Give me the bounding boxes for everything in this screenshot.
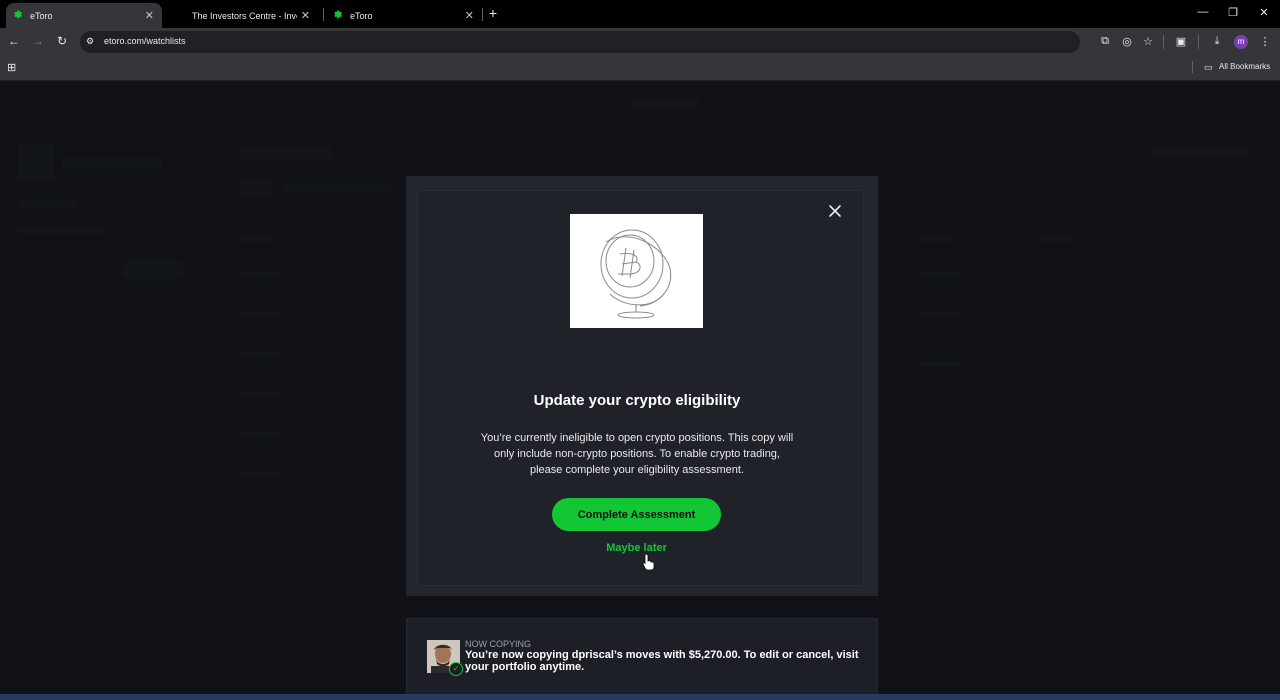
modal-body-text: You’re currently ineligible to open cryp… (480, 432, 794, 476)
close-tab-icon[interactable]: ✕ (145, 9, 154, 22)
tab-etoro[interactable]: ✽ eToro ✕ (326, 3, 482, 28)
site-favicon-icon: ● (176, 9, 183, 21)
tab-etoro-active[interactable]: ✽ eToro ✕ (6, 3, 162, 28)
site-info-icon[interactable]: ⚙ (86, 36, 94, 47)
bitcoin-globe-illustration (570, 214, 703, 328)
install-app-icon[interactable]: ⧉ (1098, 35, 1112, 48)
tab-label: eToro (30, 10, 53, 21)
reload-icon[interactable]: ↻ (55, 34, 69, 48)
download-icon[interactable]: ⤓ (1210, 35, 1224, 48)
forward-arrow-icon[interactable]: → (31, 34, 45, 48)
restore-icon[interactable]: ❐ (1225, 6, 1241, 19)
toast-kicker: NOW COPYING (465, 639, 532, 649)
address-bar[interactable] (80, 31, 1080, 53)
close-window-icon[interactable]: ✕ (1256, 6, 1272, 19)
check-circle-icon: ✓ (449, 662, 463, 676)
hand-pointer-cursor-icon (642, 553, 656, 576)
apps-grid-icon[interactable]: ⊞ (7, 61, 16, 74)
modal-title: Update your crypto eligibility (533, 392, 741, 409)
close-tab-icon[interactable]: ✕ (465, 9, 474, 22)
bookmarks-divider (1192, 61, 1193, 73)
tab-separator (482, 8, 483, 21)
eye-off-icon[interactable]: ◎ (1120, 35, 1134, 48)
star-bookmark-icon[interactable]: ☆ (1141, 35, 1155, 48)
minimize-icon[interactable]: — (1195, 6, 1211, 18)
profile-avatar[interactable]: m (1234, 35, 1248, 49)
toast-message: You’re now copying dpriscal’s moves with… (465, 649, 859, 673)
toolbar-divider (1163, 35, 1164, 49)
tab-investors-centre[interactable]: ● The Investors Centre - Investing ✕ (168, 3, 318, 28)
all-bookmarks-label[interactable]: All Bookmarks (1219, 62, 1270, 71)
modal-scrollbar[interactable] (858, 192, 861, 580)
reading-list-icon[interactable]: ▣ (1174, 35, 1188, 48)
new-tab-plus-icon[interactable]: + (485, 5, 501, 21)
etoro-favicon-icon: ✽ (334, 9, 343, 21)
maybe-later-link[interactable]: Maybe later (560, 542, 713, 554)
close-tab-icon[interactable]: ✕ (301, 9, 310, 22)
folder-icon: ▭ (1204, 62, 1213, 72)
etoro-favicon-icon: ✽ (14, 9, 23, 21)
tab-separator (323, 8, 324, 21)
os-taskbar-edge (0, 694, 1280, 700)
back-arrow-icon[interactable]: ← (7, 34, 21, 48)
bookmarks-bar (0, 56, 1280, 81)
tab-label: The Investors Centre - Investing (192, 10, 297, 21)
complete-assessment-button[interactable]: Complete Assessment (552, 498, 721, 531)
toolbar-divider (1198, 35, 1199, 49)
url-text[interactable]: etoro.com/watchlists (104, 36, 186, 46)
close-icon[interactable] (826, 202, 844, 220)
tab-label: eToro (350, 10, 373, 21)
kebab-menu-icon[interactable]: ⋮ (1258, 35, 1272, 48)
